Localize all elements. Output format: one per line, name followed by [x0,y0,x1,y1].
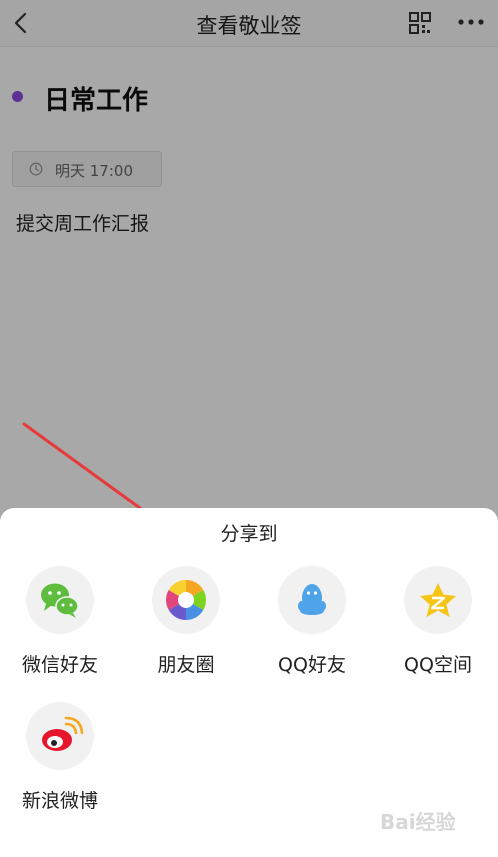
share-sheet-title: 分享到 [220,523,278,545]
share-qq-friends[interactable]: QQ好友 [252,566,372,686]
share-sheet: 分享到 微信好友 朋友圈 QQ好友 QQ空间 新浪微博 [0,508,498,857]
share-wechat-friends[interactable]: 微信好友 [0,566,120,686]
qzone-icon [404,566,472,634]
share-item-label: 朋友圈 [157,654,215,676]
share-item-label: 微信好友 [21,654,98,676]
moments-icon [152,566,220,634]
share-item-label: QQ空间 [404,654,472,676]
wechat-icon [26,566,94,634]
weibo-icon [26,702,94,770]
share-item-label: 新浪微博 [21,790,98,812]
share-qzone[interactable]: QQ空间 [378,566,498,686]
share-item-label: QQ好友 [278,654,346,676]
baidu-watermark: Bai经验 [380,810,456,834]
share-weibo[interactable]: 新浪微博 [0,702,120,822]
qq-icon [278,566,346,634]
share-moments[interactable]: 朋友圈 [126,566,246,686]
